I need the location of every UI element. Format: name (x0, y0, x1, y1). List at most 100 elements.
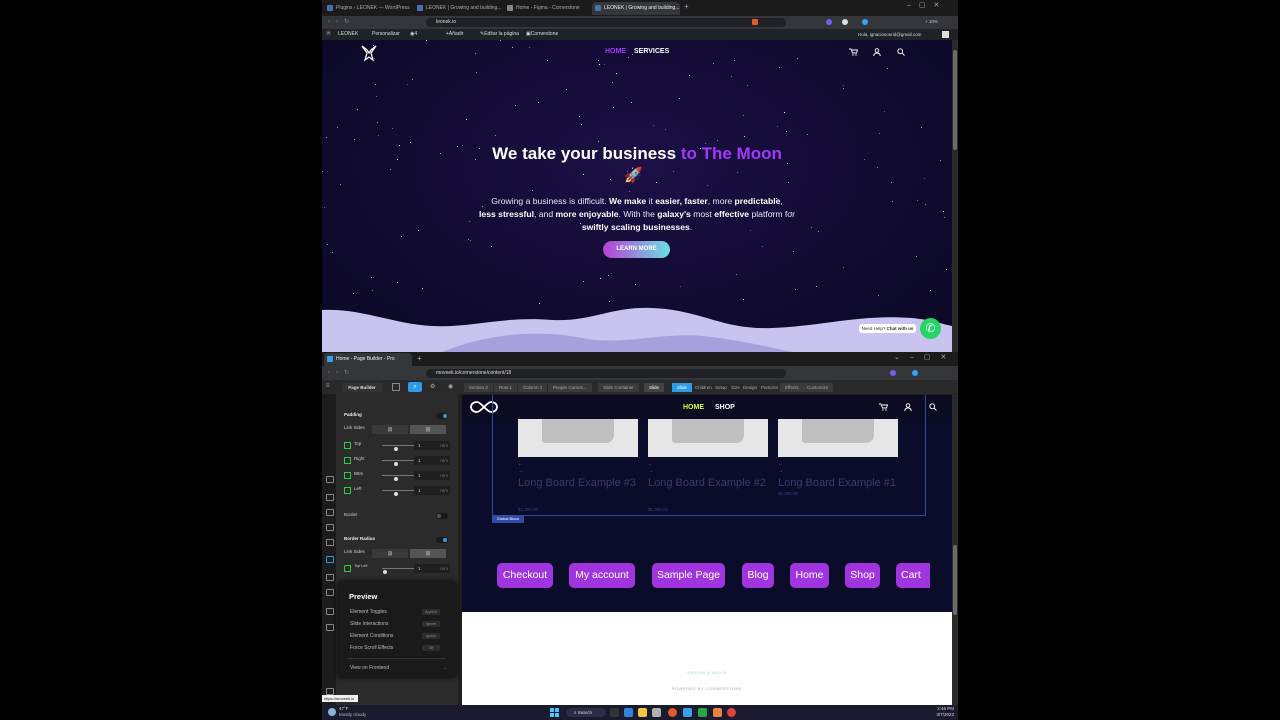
breadcrumb[interactable]: People Carous... (548, 383, 592, 392)
breadcrumb[interactable]: Section 3 (464, 383, 493, 392)
brave-shield-icon[interactable] (752, 19, 758, 25)
preview-row-tag[interactable]: Ignore (422, 621, 440, 627)
external-link-icon[interactable] (326, 688, 334, 695)
breadcrumb[interactable]: Slide Container (598, 383, 639, 392)
browser-tab[interactable]: Plugins ‹ LEONEK — WordPress (324, 2, 412, 15)
js-icon[interactable] (326, 624, 334, 631)
breadcrumb[interactable]: Row 1 (494, 383, 517, 392)
preview-row-tag[interactable]: Off (422, 645, 440, 651)
browser-tab-active[interactable]: Home - Page Builder - Pro (324, 353, 412, 366)
radius-slider[interactable] (382, 568, 418, 574)
preview-row-tag[interactable]: Applied (422, 609, 440, 615)
css-icon[interactable] (326, 608, 334, 615)
preview-row[interactable]: Element Toggles (350, 609, 387, 615)
new-tab-icon[interactable]: + (417, 354, 422, 363)
builder-title[interactable]: Page Builder (342, 383, 382, 392)
top-scrollbar[interactable] (952, 40, 958, 352)
slider-knob[interactable] (394, 462, 398, 466)
global-block-tag[interactable]: Global Block (492, 515, 524, 523)
global-block-outline[interactable] (492, 395, 926, 516)
wordpress-icon[interactable]: Ⓦ (326, 29, 331, 40)
clock-time[interactable]: 2:46 PM (930, 706, 954, 711)
footer-link-shop[interactable]: Shop (845, 563, 880, 588)
wp-user-greeting[interactable]: Hola, ignaciosonrid@gmail.com (858, 29, 921, 40)
padding-value-input[interactable]: 1 rem (414, 441, 450, 450)
wp-new-link[interactable]: + Añadir (446, 29, 463, 40)
extension-icon[interactable] (890, 370, 896, 376)
nav-home-link[interactable]: HOME (605, 48, 626, 55)
slider-knob[interactable] (394, 447, 398, 451)
whatsapp-bubble[interactable]: Need Help? Chat with us (859, 324, 916, 333)
app-icon[interactable] (698, 708, 707, 717)
task-view-icon[interactable] (610, 708, 619, 717)
footer-link-my-account[interactable]: My account (569, 563, 635, 588)
extension-icon[interactable] (862, 19, 868, 25)
scrollbar-thumb[interactable] (953, 545, 957, 615)
window-controls[interactable]: ⌄–▢✕ (894, 353, 956, 361)
learn-more-button[interactable]: LEARN MORE (603, 241, 670, 258)
view-frontend-link[interactable]: View on Frontend (350, 665, 389, 671)
wp-site-link[interactable]: LEONEK (338, 29, 358, 40)
border-toggle[interactable] (436, 513, 448, 519)
footer-link-sample-page[interactable]: Sample Page (652, 563, 725, 588)
preview-row-tag[interactable]: Ignore (422, 633, 440, 639)
search-icon[interactable] (929, 403, 937, 411)
leonek-logo[interactable] (360, 44, 378, 62)
footer-link-blog[interactable]: Blog (742, 563, 774, 588)
browser-tab[interactable]: LEONEK | Growing and building... (414, 2, 502, 15)
weather-icon[interactable] (328, 708, 336, 716)
padding-value-input[interactable]: 1 rem (414, 471, 450, 480)
taskbar-search[interactable]: ⌕ Search (566, 708, 606, 717)
url-input[interactable]: leonek.io (426, 18, 786, 27)
unlink-icon[interactable]: ⛓ (372, 425, 408, 434)
app-icon[interactable] (683, 708, 692, 717)
padding-slider[interactable] (382, 475, 418, 481)
new-tab-icon[interactable]: + (684, 2, 689, 11)
extension-icon[interactable] (842, 19, 848, 25)
layout-icon[interactable] (392, 383, 400, 391)
padding-value-input[interactable]: 1 rem (414, 486, 450, 495)
extension-icon[interactable] (912, 370, 918, 376)
nav-buttons[interactable]: ‹›↻ (328, 18, 355, 25)
app-icon[interactable] (727, 708, 736, 717)
wp-comments-link[interactable]: ◉ 4 (410, 29, 417, 40)
clock-date[interactable]: 3/7/2023 (930, 712, 954, 717)
element-icon[interactable] (326, 494, 334, 501)
vscode-icon[interactable] (624, 708, 633, 717)
padding-slider[interactable] (382, 460, 418, 466)
tab-customize[interactable]: Customize (802, 383, 834, 392)
search-icon[interactable]: ⌕ (408, 382, 422, 392)
extension-icon[interactable] (826, 19, 832, 25)
scrollbar-thumb[interactable] (953, 50, 957, 150)
padding-slider[interactable] (382, 445, 418, 451)
wp-customize-link[interactable]: Personalizar (372, 29, 400, 40)
element-icon[interactable] (326, 539, 334, 546)
app-icon[interactable] (713, 708, 722, 717)
tab-effects[interactable]: Effects (780, 383, 804, 392)
footer-link-home[interactable]: Home (790, 563, 829, 588)
brave-browser-icon[interactable] (668, 708, 677, 717)
footer-link-checkout[interactable]: Checkout (497, 563, 553, 588)
file-explorer-icon[interactable] (638, 708, 647, 717)
footer-link-cart[interactable]: Cart (896, 563, 930, 588)
link-icon[interactable]: ⛓ (410, 425, 446, 434)
redo-icon[interactable] (326, 589, 334, 596)
account-icon[interactable] (873, 48, 881, 56)
padding-value-input[interactable]: 1 rem (414, 456, 450, 465)
tab-slide[interactable]: Slide (672, 383, 693, 392)
cart-icon[interactable] (849, 48, 858, 56)
search-icon[interactable] (897, 48, 905, 56)
weather-temp[interactable]: 47°F (339, 706, 349, 711)
padding-toggle[interactable] (436, 413, 448, 419)
preview-row[interactable]: Force Scroll Effects (350, 645, 393, 651)
nav-buttons[interactable]: ‹›↻ (328, 369, 355, 376)
whatsapp-icon[interactable]: ✆ (920, 318, 941, 339)
inspector-icon[interactable] (326, 556, 334, 563)
radius-value-input[interactable]: 1 rem (414, 564, 450, 573)
link-icon[interactable]: ⛓ (410, 549, 446, 558)
slider-knob[interactable] (394, 477, 398, 481)
url-input[interactable]: moveek.io/cornerstone/content/18 (426, 369, 786, 378)
breadcrumb[interactable]: Column 1 (518, 383, 548, 392)
element-icon[interactable] (326, 509, 334, 516)
breadcrumb[interactable]: Slide (644, 383, 665, 392)
